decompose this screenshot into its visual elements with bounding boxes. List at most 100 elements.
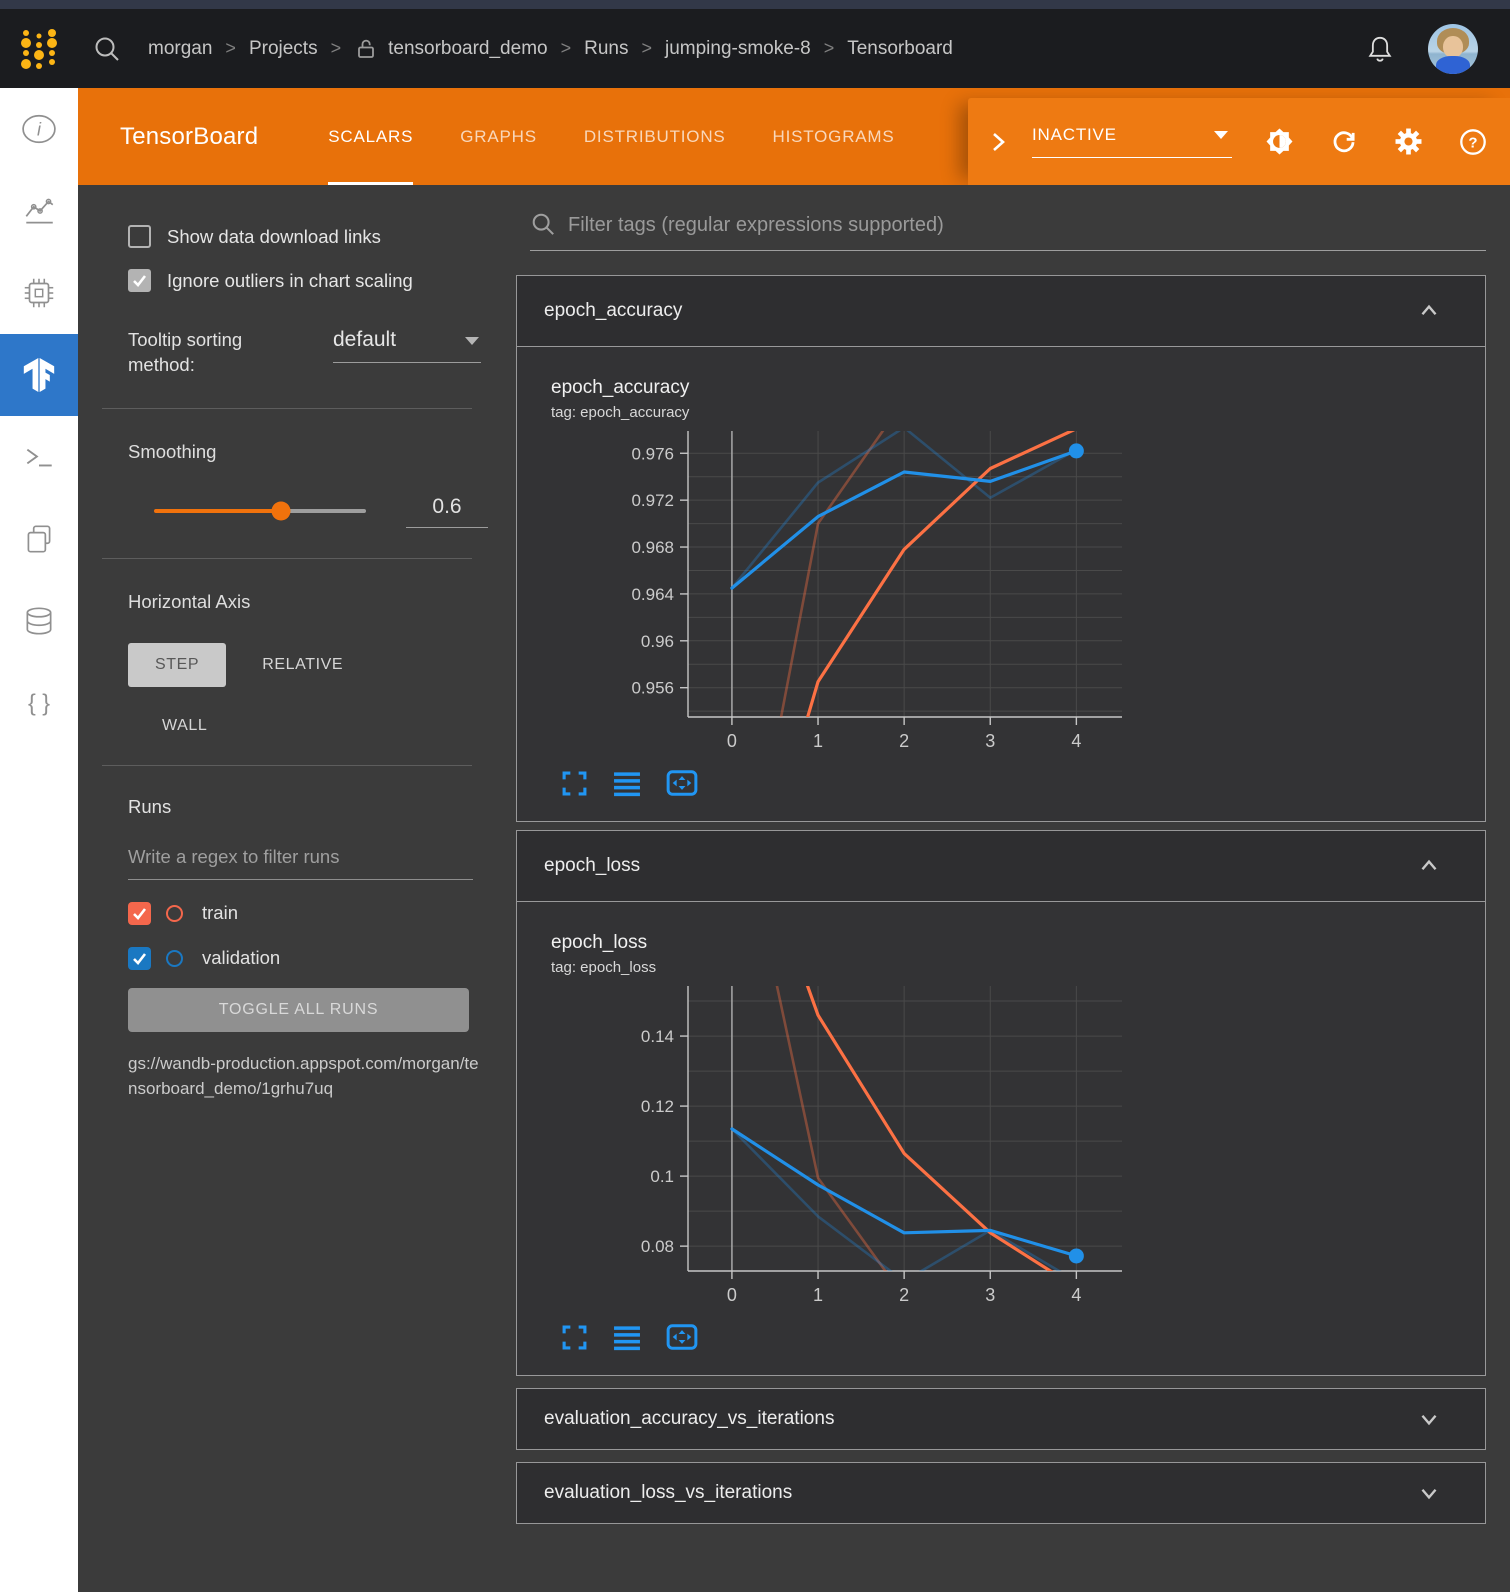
tabs-scroll-button[interactable] [984,128,1012,156]
runs-filter-input[interactable]: Write a regex to filter runs [128,846,473,880]
runs-menu-button[interactable] [613,770,641,797]
fit-data-button[interactable] [666,1323,698,1351]
tag-filter[interactable]: Filter tags (regular expressions support… [530,211,1486,251]
breadcrumb-item[interactable]: morgan [148,38,212,60]
reload-data-button[interactable] [1330,128,1358,156]
section-header-epoch-loss[interactable]: epoch_loss [516,830,1486,902]
divider [102,765,472,766]
chart-title: epoch_accuracy [551,377,1485,399]
run-state-value: INACTIVE [1032,125,1117,144]
tab-histograms[interactable]: HISTOGRAMS [773,88,895,185]
divider [102,408,472,409]
avatar-face [1443,36,1463,58]
rail-item-tensorboard[interactable] [0,334,78,416]
svg-text:0.976: 0.976 [631,444,674,463]
runs-label: Runs [128,796,516,818]
toggle-all-runs-button[interactable]: TOGGLE ALL RUNS [128,988,469,1032]
ignore-outliers-checkbox[interactable] [128,269,151,292]
runs-menu-icon [613,770,641,797]
rail-item-artifacts[interactable] [0,580,78,662]
svg-text:4: 4 [1071,731,1081,751]
section-title: epoch_loss [544,855,640,877]
rail-item-overview[interactable]: i [0,88,78,170]
smoothing-slider[interactable] [154,509,366,513]
svg-text:0.1: 0.1 [650,1167,674,1186]
dark-mode-button[interactable] [1266,128,1293,155]
haxis-relative-button[interactable]: RELATIVE [262,656,343,674]
svg-text:{ }: { } [28,689,50,715]
chart-card-epoch-accuracy: epoch_accuracy tag: epoch_accuracy 0.956… [516,346,1486,822]
slider-thumb[interactable] [272,502,291,521]
show-download-links-label: Show data download links [167,226,381,248]
chevron-down-icon[interactable] [1417,1407,1441,1431]
header-controls-panel: INACTIVE [968,98,1510,185]
chevron-down-icon [1214,131,1228,139]
runs-menu-icon [613,1324,641,1351]
tab-distributions[interactable]: DISTRIBUTIONS [584,88,726,185]
tab-graphs[interactable]: GRAPHS [460,88,537,185]
breadcrumb-separator: > [824,38,835,59]
breadcrumb-item[interactable]: Projects [249,38,318,60]
breadcrumb-item[interactable]: Tensorboard [847,38,953,60]
rail-item-system[interactable] [0,252,78,334]
check-icon [131,950,148,967]
breadcrumb-item[interactable]: tensorboard_demo [388,38,548,60]
chart-tag: tag: epoch_loss [551,959,1485,976]
run-state-select[interactable]: INACTIVE [1032,125,1232,158]
haxis-wall-button[interactable]: WALL [162,717,207,735]
section-header-evaluation-loss[interactable]: evaluation_loss_vs_iterations [516,1462,1486,1524]
scalars-content: Filter tags (regular expressions support… [516,185,1510,1524]
tab-scalars[interactable]: SCALARS [328,88,413,185]
runs-menu-button[interactable] [613,1324,641,1351]
fit-data-icon [666,1323,698,1351]
fullscreen-icon [561,1324,588,1351]
tensorboard-header: TensorBoard SCALARS GRAPHS DISTRIBUTIONS… [78,88,1510,185]
avatar-shirt [1436,56,1470,74]
chart-tag: tag: epoch_accuracy [551,404,1485,421]
section-header-evaluation-accuracy[interactable]: evaluation_accuracy_vs_iterations [516,1388,1486,1450]
run-validation-checkbox[interactable] [128,947,151,970]
smoothing-value[interactable]: 0.6 [406,495,488,528]
section-header-epoch-accuracy[interactable]: epoch_accuracy [516,275,1486,347]
breadcrumb-item[interactable]: jumping-smoke-8 [665,38,811,60]
expand-chart-button[interactable] [561,1324,588,1351]
haxis-step-button[interactable]: STEP [128,643,226,687]
chevron-up-icon[interactable] [1417,854,1441,878]
wandb-logo-dots [16,26,62,72]
rail-item-charts[interactable] [0,170,78,252]
breadcrumb-item[interactable]: Runs [584,38,628,60]
section-title: epoch_accuracy [544,300,682,322]
user-avatar[interactable] [1428,24,1478,74]
help-icon: ? [1459,128,1487,156]
database-icon [21,603,57,639]
global-search-button[interactable] [92,34,122,64]
bell-icon [1364,33,1396,65]
help-button[interactable]: ? [1459,128,1487,156]
breadcrumb-separator: > [561,38,572,59]
run-train-checkbox[interactable] [128,902,151,925]
scalar-line-chart[interactable]: 0.080.10.120.1401234 [551,984,1141,1309]
svg-text:0: 0 [727,1285,737,1305]
notifications-button[interactable] [1364,33,1396,65]
chevron-down-icon [465,337,479,345]
rail-item-logs[interactable] [0,416,78,498]
runs-storage-path: gs://wandb-production.appspot.com/morgan… [128,1052,480,1101]
chevron-down-icon[interactable] [1417,1481,1441,1505]
braces-icon: { } [21,685,57,721]
fit-data-button[interactable] [666,769,698,797]
tooltip-sorting-select[interactable]: default [333,328,481,363]
top-accent-strip [0,0,1510,9]
rail-item-config[interactable]: { } [0,662,78,744]
wandb-logo[interactable] [0,26,78,72]
expand-chart-button[interactable] [561,770,588,797]
section-title: evaluation_loss_vs_iterations [544,1482,792,1504]
chevron-up-icon[interactable] [1417,299,1441,323]
breadcrumb: morgan > Projects > tensorboard_demo > R… [148,37,953,61]
show-download-links-checkbox[interactable] [128,225,151,248]
svg-text:1: 1 [813,731,823,751]
tensorboard-title: TensorBoard [120,123,258,151]
run-train-color-swatch [166,905,183,922]
rail-item-files[interactable] [0,498,78,580]
scalar-line-chart[interactable]: 0.9560.960.9640.9680.9720.97601234 [551,429,1141,755]
settings-button[interactable] [1395,128,1422,155]
